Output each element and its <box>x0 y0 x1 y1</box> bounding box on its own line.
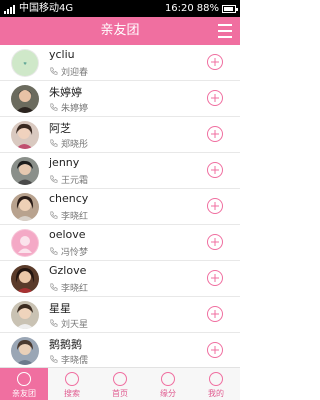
contact-name: 冯怜梦 <box>61 248 89 258</box>
battery-icon <box>222 4 238 13</box>
contact-name: 朱婷婷 <box>61 104 89 114</box>
contact-phone: 李晓红 <box>49 209 88 222</box>
battery-label: 88% <box>196 3 219 14</box>
phone-icon <box>50 103 58 111</box>
couple-icon <box>161 372 175 386</box>
contact-nickname: 鹅鹅鹅 <box>49 338 82 351</box>
add-button[interactable] <box>207 234 223 250</box>
tab-home[interactable]: 首页 <box>96 368 144 400</box>
add-button[interactable] <box>207 126 223 142</box>
page-title: 亲友团 <box>100 23 140 38</box>
time-label: 16:20 <box>164 3 194 14</box>
phone-icon <box>50 175 58 183</box>
contact-phone: 郑晓彤 <box>49 137 88 150</box>
svg-text:♥: ♥ <box>23 61 27 66</box>
add-button[interactable] <box>207 198 223 214</box>
carrier-label: 中国移动4G <box>19 3 74 14</box>
tab-label: 缘分 <box>160 389 176 398</box>
menu-icon[interactable] <box>218 24 232 38</box>
list-item[interactable]: 鹅鹅鹅 李晓儒 <box>0 333 240 367</box>
signal-icon <box>4 4 15 14</box>
list-item[interactable]: Gzlove 李晓红 <box>0 261 240 297</box>
avatar <box>11 265 39 293</box>
contact-phone: 冯怜梦 <box>49 245 88 258</box>
phone-icon <box>50 319 58 327</box>
title-bar: 亲友团 <box>0 17 240 45</box>
contact-phone: 王元霜 <box>49 173 88 186</box>
list-item[interactable]: 朱婷婷 朱婷婷 <box>0 81 240 117</box>
contact-name: 郑晓彤 <box>61 140 89 150</box>
contact-nickname: jenny <box>49 156 80 169</box>
list-item[interactable]: 星星 刘天星 <box>0 297 240 333</box>
contact-nickname: 阿芝 <box>49 122 71 135</box>
avatar <box>11 193 39 221</box>
tab-search[interactable]: 搜索 <box>48 368 96 400</box>
search-icon <box>65 372 79 386</box>
tab-label: 搜索 <box>64 389 80 398</box>
avatar: ♥ <box>11 49 39 77</box>
contact-name: 李晓儒 <box>61 356 89 366</box>
add-button[interactable] <box>207 306 223 322</box>
list-item[interactable]: 阿芝 郑晓彤 <box>0 117 240 153</box>
contact-name: 刘迎春 <box>61 68 89 78</box>
phone-icon <box>50 247 58 255</box>
profile-icon <box>209 372 223 386</box>
contact-nickname: ycliu <box>49 48 75 61</box>
phone-icon <box>50 211 58 219</box>
add-button[interactable] <box>207 270 223 286</box>
group-icon <box>17 372 31 386</box>
contact-nickname: Gzlove <box>49 264 87 277</box>
avatar <box>11 157 39 185</box>
contact-phone: 朱婷婷 <box>49 101 88 114</box>
status-bar: 中国移动4G 16:20 88% <box>0 0 240 17</box>
list-item[interactable]: ♥ ycliu 刘迎春 <box>0 45 240 81</box>
tab-label: 我的 <box>208 389 224 398</box>
avatar <box>11 229 39 257</box>
phone-icon <box>50 283 58 291</box>
contact-phone: 李晓儒 <box>49 353 88 366</box>
list-item[interactable]: oelove 冯怜梦 <box>0 225 240 261</box>
contact-phone: 刘天星 <box>49 317 88 330</box>
add-button[interactable] <box>207 162 223 178</box>
phone-icon <box>50 67 58 75</box>
tab-profile[interactable]: 我的 <box>192 368 240 400</box>
avatar <box>11 301 39 329</box>
avatar <box>11 337 39 365</box>
phone-icon <box>50 355 58 363</box>
list-item[interactable]: chency 李晓红 <box>0 189 240 225</box>
bottom-tab-bar: 亲友团 搜索 首页 缘分 我的 <box>0 367 240 400</box>
contact-name: 李晓红 <box>61 212 89 222</box>
contact-list: ♥ ycliu 刘迎春 朱婷婷 朱婷婷 阿芝 郑晓彤 jenny 王元霜 che… <box>0 45 240 367</box>
add-button[interactable] <box>207 342 223 358</box>
tab-label: 首页 <box>112 389 128 398</box>
contact-name: 刘天星 <box>61 320 89 330</box>
contact-phone: 刘迎春 <box>49 65 88 78</box>
contact-nickname: 星星 <box>49 302 71 315</box>
tab-label: 亲友团 <box>12 389 36 398</box>
add-button[interactable] <box>207 90 223 106</box>
tab-group[interactable]: 亲友团 <box>0 368 48 400</box>
phone-icon <box>50 139 58 147</box>
contact-name: 李晓红 <box>61 284 89 294</box>
avatar <box>11 85 39 113</box>
home-icon <box>113 372 127 386</box>
contact-phone: 李晓红 <box>49 281 88 294</box>
contact-nickname: chency <box>49 192 89 205</box>
contact-nickname: 朱婷婷 <box>49 86 82 99</box>
add-button[interactable] <box>207 54 223 70</box>
contact-nickname: oelove <box>49 228 86 241</box>
tab-fate[interactable]: 缘分 <box>144 368 192 400</box>
contact-name: 王元霜 <box>61 176 89 186</box>
avatar <box>11 121 39 149</box>
list-item[interactable]: jenny 王元霜 <box>0 153 240 189</box>
